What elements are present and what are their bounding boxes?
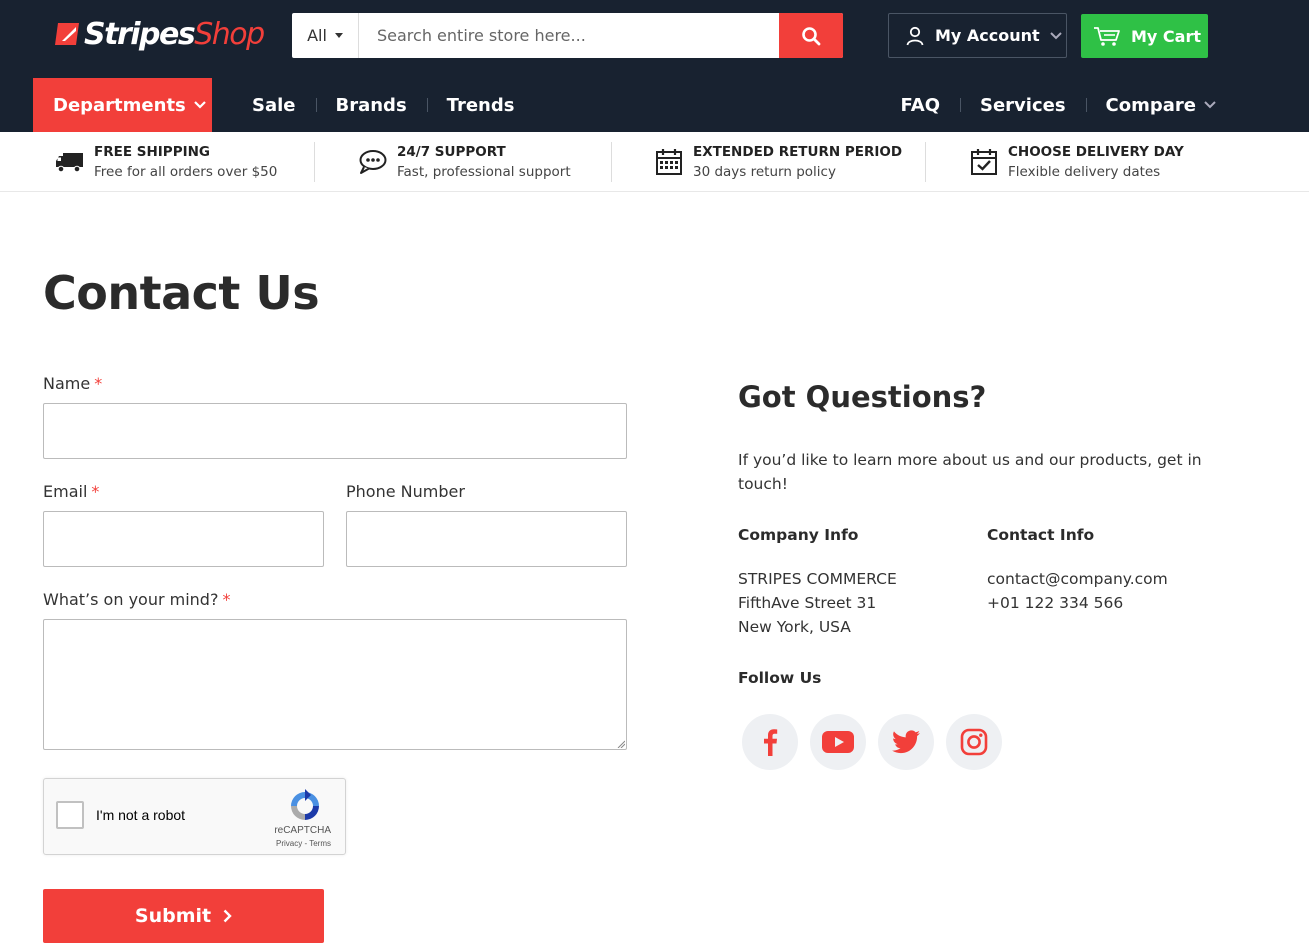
nav-services[interactable]: Services	[960, 95, 1086, 116]
chat-icon	[358, 147, 388, 177]
feature-title: CHOOSE DELIVERY DAY	[1008, 143, 1184, 160]
feature-subtitle: 30 days return policy	[693, 163, 836, 180]
name-label-text: Name	[43, 374, 91, 393]
recaptcha-widget: I'm not a robot reCAPTCHA Privacy - Term…	[43, 778, 346, 855]
recaptcha-privacy-terms-links[interactable]: Privacy - Terms	[276, 839, 331, 848]
calendar-check-icon	[969, 147, 999, 177]
required-mark: *	[222, 590, 231, 609]
phone-input[interactable]	[346, 511, 627, 567]
search-input[interactable]	[359, 13, 779, 58]
caret-down-icon	[334, 33, 343, 38]
name-label: Name *	[43, 374, 102, 393]
instagram-icon	[960, 728, 988, 756]
my-cart-button[interactable]: My Cart	[1081, 14, 1208, 58]
nav-faq[interactable]: FAQ	[881, 95, 960, 116]
contact-info-heading: Contact Info	[987, 526, 1095, 544]
search-bar: All	[292, 13, 843, 58]
chevron-right-icon	[223, 909, 232, 923]
feature-delivery-day: CHOOSE DELIVERY DAY Flexible delivery da…	[969, 142, 1184, 182]
company-street: FifthAve Street 31	[738, 594, 877, 612]
feature-subtitle: Flexible delivery dates	[1008, 163, 1161, 180]
feature-return-period: EXTENDED RETURN PERIOD 30 days return po…	[654, 142, 902, 182]
secondary-nav: FAQ Services Compare	[881, 78, 1216, 132]
message-label-text: What’s on your mind?	[43, 590, 219, 609]
nav-sale[interactable]: Sale	[232, 95, 316, 116]
departments-label: Departments	[53, 94, 186, 116]
contact-email-link[interactable]: contact@company.com	[987, 567, 1168, 591]
twitter-icon	[892, 730, 920, 754]
feature-title: FREE SHIPPING	[94, 143, 210, 160]
user-icon	[906, 26, 924, 45]
facebook-icon	[764, 729, 778, 756]
feature-title: EXTENDED RETURN PERIOD	[693, 143, 903, 160]
chevron-down-icon	[1204, 101, 1216, 109]
my-account-button[interactable]: My Account	[888, 13, 1067, 58]
submit-button[interactable]: Submit	[43, 889, 324, 943]
contact-phone-link[interactable]: +01 122 334 566	[987, 591, 1123, 615]
logo-mark-icon	[55, 23, 79, 45]
recaptcha-logo-icon	[291, 789, 319, 820]
logo-text: StripesShop	[84, 16, 265, 52]
my-cart-label: My Cart	[1131, 26, 1201, 46]
submit-label: Submit	[134, 905, 212, 927]
nav-compare-label: Compare	[1105, 94, 1196, 116]
phone-label: Phone Number	[346, 482, 465, 501]
header-bar: StripesShop All My Account	[0, 0, 1309, 132]
email-label: Email *	[43, 482, 99, 501]
search-icon	[802, 26, 821, 45]
search-button[interactable]	[779, 13, 843, 58]
name-input[interactable]	[43, 403, 627, 459]
nav-compare[interactable]: Compare	[1085, 94, 1216, 116]
divider	[314, 142, 315, 182]
message-textarea[interactable]	[43, 619, 627, 750]
cart-icon	[1094, 27, 1120, 46]
stripes-shop-logo[interactable]: StripesShop	[54, 14, 265, 54]
chevron-down-icon	[1049, 31, 1062, 39]
feature-subtitle: Fast, professional support	[397, 163, 571, 180]
feature-free-shipping: FREE SHIPPING Free for all orders over $…	[55, 142, 277, 182]
got-questions-heading: Got Questions?	[738, 380, 987, 414]
calendar-icon	[654, 147, 684, 177]
company-info-heading: Company Info	[738, 526, 859, 544]
page-title: Contact Us	[43, 266, 320, 320]
search-category-select[interactable]: All	[292, 13, 359, 58]
feature-subtitle: Free for all orders over $50	[94, 163, 278, 180]
chevron-down-icon	[193, 101, 206, 109]
divider	[611, 142, 612, 182]
required-mark: *	[94, 374, 103, 393]
email-label-text: Email	[43, 482, 88, 501]
feature-title: 24/7 SUPPORT	[397, 143, 506, 160]
youtube-icon	[822, 731, 854, 753]
truck-icon	[55, 147, 85, 177]
got-questions-intro: If you’d like to learn more about us and…	[738, 451, 1202, 493]
facebook-link[interactable]	[742, 714, 798, 770]
company-name: STRIPES COMMERCE	[738, 570, 897, 588]
my-account-label: My Account	[935, 26, 1040, 45]
company-city: New York, USA	[738, 618, 851, 636]
nav-brands[interactable]: Brands	[315, 95, 427, 116]
nav-trends[interactable]: Trends	[426, 95, 535, 116]
divider	[925, 142, 926, 182]
feature-support: 24/7 SUPPORT Fast, professional support	[358, 142, 571, 182]
email-input[interactable]	[43, 511, 324, 567]
resize-handle-icon[interactable]	[617, 740, 625, 748]
instagram-link[interactable]	[946, 714, 1002, 770]
recaptcha-brand: reCAPTCHA	[274, 825, 331, 836]
message-label: What’s on your mind? *	[43, 590, 230, 609]
recaptcha-label: I'm not a robot	[96, 807, 186, 823]
main-nav: Sale Brands Trends	[232, 78, 534, 132]
search-category-label: All	[307, 26, 327, 45]
recaptcha-checkbox[interactable]	[56, 801, 84, 829]
youtube-link[interactable]	[810, 714, 866, 770]
phone-label-text: Phone Number	[346, 482, 465, 501]
required-mark: *	[91, 482, 100, 501]
twitter-link[interactable]	[878, 714, 934, 770]
departments-menu-button[interactable]: Departments	[33, 78, 212, 132]
follow-us-heading: Follow Us	[738, 669, 822, 687]
features-strip: FREE SHIPPING Free for all orders over $…	[0, 132, 1309, 192]
